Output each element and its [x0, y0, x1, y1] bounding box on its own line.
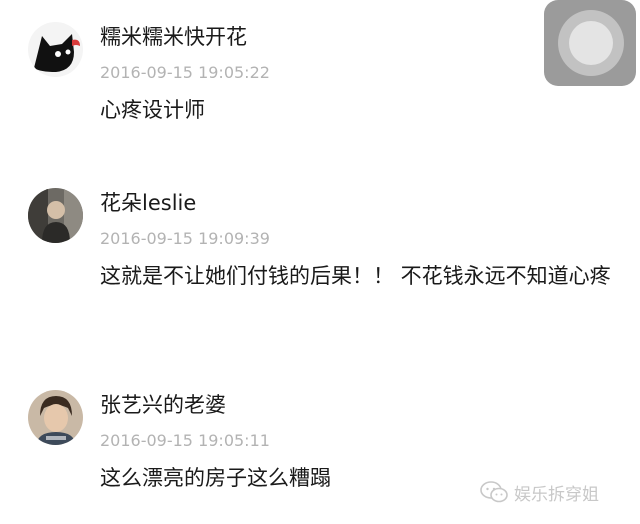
assistive-touch-inner	[569, 21, 613, 65]
comment-username[interactable]: 糯米糯米快开花	[100, 21, 247, 51]
watermark-text: 娱乐拆穿姐	[514, 484, 599, 505]
comment-page: 糯米糯米快开花 2016-09-15 19:05:22 心疼设计师 花朵lesl…	[0, 0, 640, 524]
comment-timestamp: 2016-09-15 19:05:22	[100, 63, 270, 82]
comment-username[interactable]: 张艺兴的老婆	[100, 389, 226, 419]
photo-avatar-icon	[28, 188, 83, 243]
avatar[interactable]	[28, 22, 83, 77]
assistive-touch-button[interactable]	[544, 0, 636, 86]
comment-timestamp: 2016-09-15 19:09:39	[100, 229, 270, 248]
comment-content: 这就是不让她们付钱的后果！！ 不花钱永远不知道心疼	[100, 264, 611, 288]
assistive-touch-icon	[558, 10, 624, 76]
wechat-icon	[480, 481, 508, 503]
black-cat-avatar-icon	[28, 22, 83, 77]
comment-content: 心疼设计师	[100, 98, 205, 122]
portrait-avatar-icon	[28, 390, 83, 445]
avatar[interactable]	[28, 188, 83, 243]
comment-timestamp: 2016-09-15 19:05:11	[100, 431, 270, 450]
watermark: 娱乐拆穿姐	[480, 478, 599, 506]
comment-username[interactable]: 花朵leslie	[100, 187, 196, 217]
avatar[interactable]	[28, 390, 83, 445]
